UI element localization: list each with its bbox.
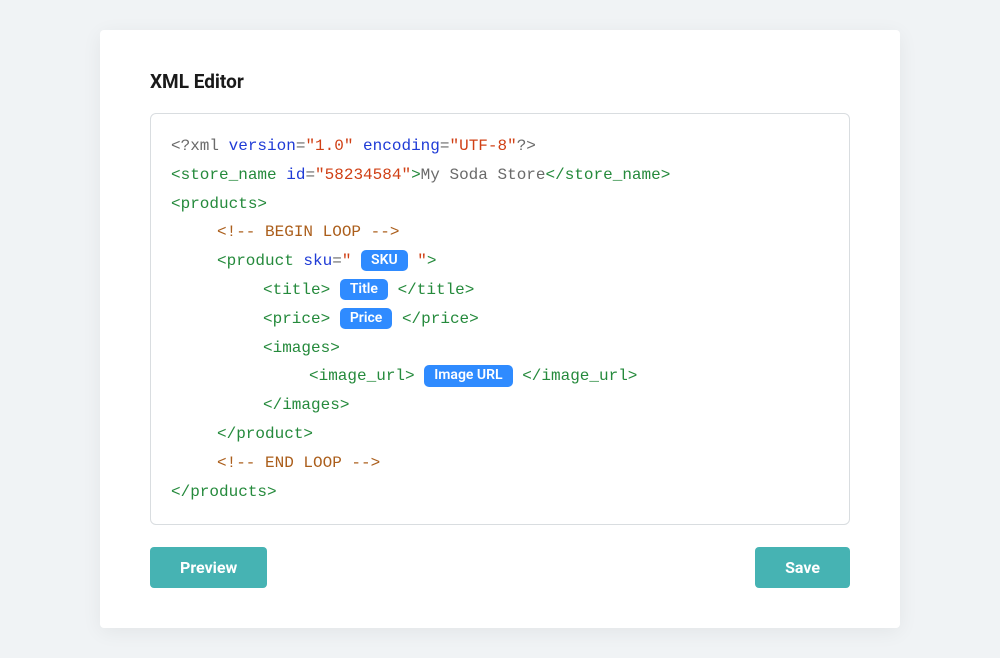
code-line-11: </product> (171, 420, 829, 449)
store-name-text: My Soda Store (421, 166, 546, 184)
quote-open: " (342, 252, 352, 270)
sku-chip[interactable]: SKU (361, 250, 408, 271)
title-chip[interactable]: Title (340, 279, 388, 300)
attr-encoding-name: encoding (353, 137, 439, 155)
title-open-tag: <title> (263, 281, 330, 299)
price-chip[interactable]: Price (340, 308, 393, 329)
quote-close: " (417, 252, 427, 270)
code-line-7: <price> Price </price> (171, 305, 829, 334)
store-name-open-tag: <store_name (171, 166, 277, 184)
code-line-12: <!-- END LOOP --> (171, 449, 829, 478)
editor-title: XML Editor (150, 70, 850, 93)
code-line-4: <!-- BEGIN LOOP --> (171, 218, 829, 247)
save-button[interactable]: Save (755, 547, 850, 588)
code-line-5: <product sku=" SKU "> (171, 247, 829, 276)
code-line-3: <products> (171, 190, 829, 219)
image-url-close-tag: </image_url> (522, 367, 637, 385)
title-close-tag: </title> (398, 281, 475, 299)
attr-sku-name: sku (294, 252, 332, 270)
product-open-tag: <product (217, 252, 294, 270)
attr-id-value: "58234584" (315, 166, 411, 184)
code-line-9: <image_url> Image URL </image_url> (171, 362, 829, 391)
attr-version-value: "1.0" (305, 137, 353, 155)
preview-button[interactable]: Preview (150, 547, 267, 588)
code-line-8: <images> (171, 334, 829, 363)
price-close-tag: </price> (402, 310, 479, 328)
eq: = (332, 252, 342, 270)
code-line-13: </products> (171, 478, 829, 507)
code-line-10: </images> (171, 391, 829, 420)
images-open-tag: <images> (263, 339, 340, 357)
product-close-tag: </product> (217, 425, 313, 443)
products-close-tag: </products> (171, 483, 277, 501)
code-line-6: <title> Title </title> (171, 276, 829, 305)
eq: = (296, 137, 306, 155)
attr-id-name: id (277, 166, 306, 184)
xml-code-editor[interactable]: <?xml version="1.0" encoding="UTF-8"?> <… (150, 113, 850, 525)
comment-begin-loop: <!-- BEGIN LOOP --> (217, 223, 399, 241)
price-open-tag: <price> (263, 310, 330, 328)
images-close-tag: </images> (263, 396, 349, 414)
attr-version-name: version (219, 137, 296, 155)
comment-end-loop: <!-- END LOOP --> (217, 454, 380, 472)
attr-encoding-value: "UTF-8" (449, 137, 516, 155)
close-angle: > (427, 252, 437, 270)
image-url-open-tag: <image_url> (309, 367, 415, 385)
xml-declaration-close: ?> (517, 137, 536, 155)
products-open-tag: <products> (171, 195, 267, 213)
close-angle: > (411, 166, 421, 184)
editor-card: XML Editor <?xml version="1.0" encoding=… (100, 30, 900, 628)
button-row: Preview Save (150, 547, 850, 588)
image-url-chip[interactable]: Image URL (424, 365, 512, 386)
code-line-1: <?xml version="1.0" encoding="UTF-8"?> (171, 132, 829, 161)
code-line-2: <store_name id="58234584">My Soda Store<… (171, 161, 829, 190)
eq: = (305, 166, 315, 184)
store-name-close-tag: </store_name> (546, 166, 671, 184)
xml-declaration-open: <?xml (171, 137, 219, 155)
